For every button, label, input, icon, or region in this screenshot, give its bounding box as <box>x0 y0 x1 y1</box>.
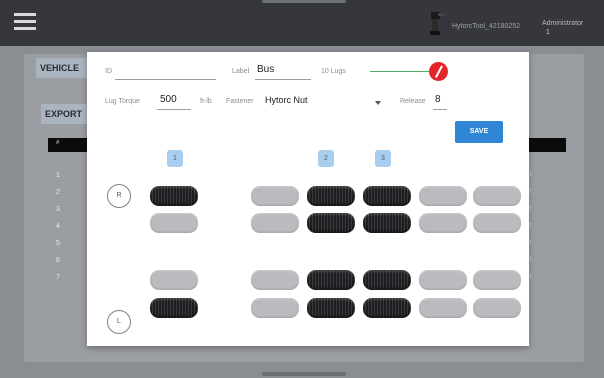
tab-vehicle[interactable]: VEHICLE <box>36 58 92 78</box>
chevron-down-icon[interactable] <box>375 101 381 105</box>
vehicle-dialog: ID Label Bus 10 Lugs Lug Torque 500 ft-l… <box>87 52 529 346</box>
tire-dark[interactable] <box>307 213 355 233</box>
torque-underline <box>157 109 191 110</box>
release-underline <box>433 109 447 110</box>
tire-dark[interactable] <box>363 270 411 290</box>
tire-light[interactable] <box>251 186 299 206</box>
axle-1-button[interactable]: 1 <box>167 150 183 167</box>
tire-dark[interactable] <box>307 270 355 290</box>
row-number: 4 <box>56 223 60 230</box>
tire-dark[interactable] <box>363 186 411 206</box>
tire-dark[interactable] <box>150 298 198 318</box>
label-underline <box>255 79 311 80</box>
label-input[interactable]: Bus <box>257 64 274 75</box>
row-number: 5 <box>56 240 60 247</box>
tire-light[interactable] <box>419 270 467 290</box>
id-underline <box>115 79 216 80</box>
torque-label: Lug Torque <box>105 98 140 105</box>
tire-dark[interactable] <box>307 298 355 318</box>
save-button[interactable]: SAVE <box>455 121 503 143</box>
export-button[interactable]: EXPORT <box>41 104 91 124</box>
fastener-select[interactable]: Hytorc Nut <box>265 95 308 105</box>
user-sub: 1 <box>546 29 550 36</box>
tire-dark[interactable] <box>363 298 411 318</box>
release-input[interactable]: 8 <box>435 94 441 105</box>
lugs-slider-knob[interactable] <box>429 62 448 81</box>
row-number: 3 <box>56 206 60 213</box>
row-number: 7 <box>56 274 60 281</box>
torque-unit: ft-lb <box>200 98 212 105</box>
tire-dark[interactable] <box>363 213 411 233</box>
menu-icon[interactable] <box>14 13 36 30</box>
tire-light[interactable] <box>473 186 521 206</box>
row-number: 2 <box>56 189 60 196</box>
user-name: Administrator <box>542 20 584 27</box>
axle-2-button[interactable]: 2 <box>318 150 334 167</box>
side-right-marker: R <box>107 184 131 208</box>
torque-input[interactable]: 500 <box>160 94 177 105</box>
tire-dark[interactable] <box>150 186 198 206</box>
release-label: Release <box>400 98 426 105</box>
table-header-num: # <box>56 140 60 146</box>
tire-light[interactable] <box>473 298 521 318</box>
torque-tool-icon <box>430 12 444 35</box>
tire-light[interactable] <box>150 213 198 233</box>
tool-name: HytorcTool_42180252 <box>452 23 521 30</box>
id-label: ID <box>105 68 112 75</box>
tire-light[interactable] <box>150 270 198 290</box>
tire-light[interactable] <box>473 213 521 233</box>
lugs-label: 10 Lugs <box>321 68 346 75</box>
tire-light[interactable] <box>419 213 467 233</box>
tire-light[interactable] <box>419 186 467 206</box>
tire-light[interactable] <box>251 298 299 318</box>
tire-light[interactable] <box>419 298 467 318</box>
tire-light[interactable] <box>473 270 521 290</box>
bottom-handle <box>262 372 346 376</box>
fastener-label: Fastener <box>226 98 254 105</box>
top-app-bar: HytorcTool_42180252 Administrator 1 <box>0 0 604 46</box>
axle-3-button[interactable]: 3 <box>375 150 391 167</box>
top-handle <box>262 0 346 3</box>
lugs-slider-track[interactable] <box>370 71 436 72</box>
tire-light[interactable] <box>251 270 299 290</box>
side-left-marker: L <box>107 310 131 334</box>
row-number: 6 <box>56 257 60 264</box>
tire-light[interactable] <box>251 213 299 233</box>
row-number: 1 <box>56 172 60 179</box>
label-label: Label <box>232 68 250 75</box>
tire-dark[interactable] <box>307 186 355 206</box>
